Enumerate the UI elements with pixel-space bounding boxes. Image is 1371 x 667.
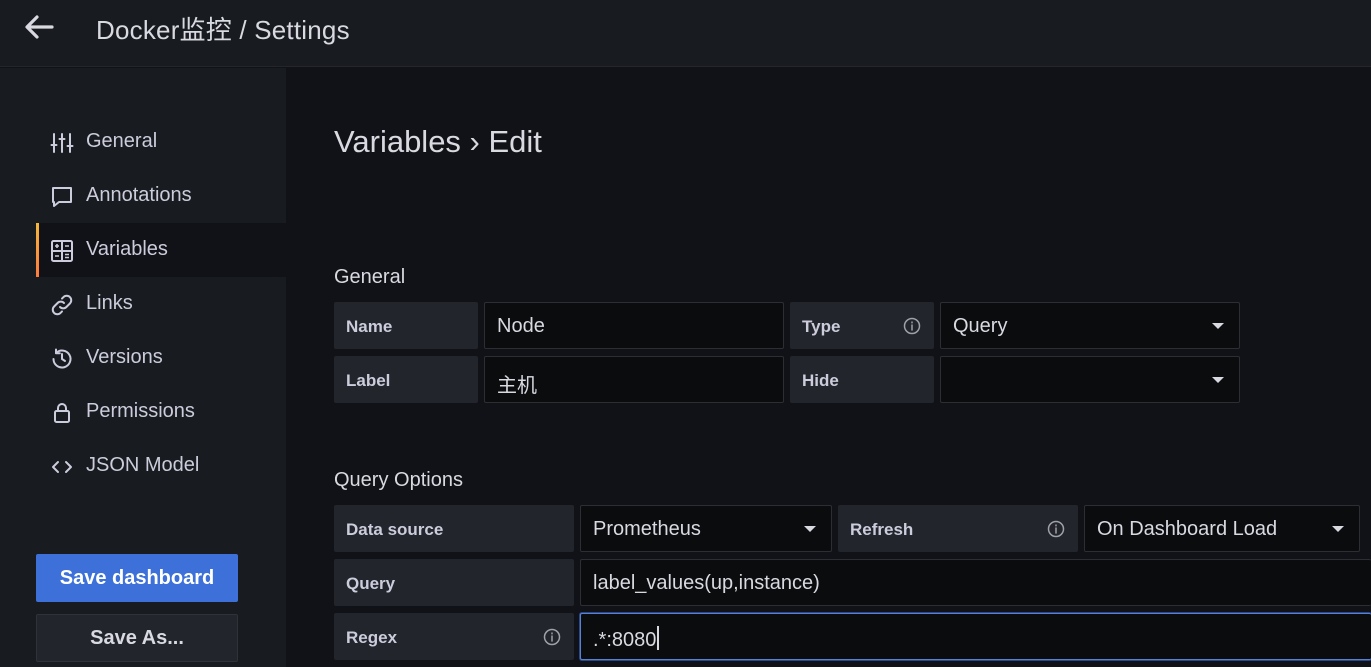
sliders-icon: [50, 131, 74, 155]
datasource-select[interactable]: Prometheus: [580, 505, 832, 552]
name-input-value: Node: [497, 315, 545, 337]
back-arrow-icon[interactable]: [22, 12, 58, 42]
name-input[interactable]: Node: [484, 302, 784, 349]
label-input-value: 主机: [497, 375, 537, 397]
link-icon: [50, 293, 74, 317]
regex-label-text: Regex: [346, 628, 398, 647]
label-input[interactable]: 主机: [484, 356, 784, 403]
text-cursor: [657, 626, 660, 650]
page-title: Docker监控 / Settings: [96, 15, 350, 45]
sidebar-item-label: JSON Model: [86, 454, 200, 476]
type-label-text: Type: [802, 317, 841, 336]
sidebar-item-json-model[interactable]: JSON Model: [36, 439, 286, 493]
hide-select[interactable]: [940, 356, 1240, 403]
refresh-label-text: Refresh: [850, 520, 914, 539]
info-icon[interactable]: [903, 317, 921, 335]
sidebar-item-variables[interactable]: Variables: [36, 223, 286, 277]
type-select-value: Query: [953, 315, 1008, 337]
info-icon[interactable]: [1047, 520, 1065, 538]
history-icon: [50, 347, 74, 371]
type-label: Type: [790, 302, 934, 349]
code-icon: [50, 455, 74, 479]
regex-input-value: .*:8080: [593, 626, 660, 652]
save-as-button[interactable]: Save As...: [36, 614, 238, 662]
datasource-label: Data source: [334, 505, 574, 552]
hide-label: Hide: [790, 356, 934, 403]
chevron-down-icon: [1332, 526, 1344, 532]
sidebar-item-label: Versions: [86, 346, 163, 368]
regex-input-text: .*:8080: [593, 629, 657, 651]
sidebar-item-label: Variables: [86, 238, 168, 260]
section-title-query-options: Query Options: [334, 469, 463, 491]
datasource-select-value: Prometheus: [593, 518, 701, 540]
chevron-down-icon: [804, 526, 816, 532]
chevron-down-icon: [1212, 323, 1224, 329]
hide-label-text: Hide: [802, 371, 839, 390]
lock-icon: [50, 401, 74, 425]
sidebar-item-permissions[interactable]: Permissions: [36, 385, 286, 439]
page-heading: Variables › Edit: [334, 124, 542, 159]
refresh-label: Refresh: [838, 505, 1078, 552]
section-title-general: General: [334, 266, 406, 288]
refresh-select-value: On Dashboard Load: [1097, 518, 1278, 540]
label-label: Label: [334, 356, 478, 403]
refresh-select[interactable]: On Dashboard Load: [1084, 505, 1360, 552]
sidebar-item-versions[interactable]: Versions: [36, 331, 286, 385]
sidebar-item-links[interactable]: Links: [36, 277, 286, 331]
query-label-text: Query: [346, 574, 396, 593]
top-bar: Docker监控 / Settings: [0, 0, 1371, 67]
query-label: Query: [334, 559, 574, 606]
calculator-icon: [50, 239, 74, 263]
info-icon[interactable]: [543, 628, 561, 646]
chevron-down-icon: [1212, 377, 1224, 383]
label-label-text: Label: [346, 371, 391, 390]
sidebar-item-label: General: [86, 130, 158, 152]
sidebar-item-label: Annotations: [86, 184, 192, 206]
sidebar-item-general[interactable]: General: [36, 115, 286, 169]
sidebar-item-label: Links: [86, 292, 133, 314]
query-input-value: label_values(up,instance): [593, 572, 820, 594]
query-input[interactable]: label_values(up,instance): [580, 559, 1371, 606]
sidebar-item-annotations[interactable]: Annotations: [36, 169, 286, 223]
comment-icon: [50, 185, 74, 209]
regex-label: Regex: [334, 613, 574, 660]
type-select[interactable]: Query: [940, 302, 1240, 349]
regex-input[interactable]: .*:8080: [580, 613, 1371, 660]
sidebar-item-label: Permissions: [86, 400, 195, 422]
name-label: Name: [334, 302, 478, 349]
datasource-label-text: Data source: [346, 520, 444, 539]
name-label-text: Name: [346, 317, 393, 336]
save-dashboard-button[interactable]: Save dashboard: [36, 554, 238, 602]
